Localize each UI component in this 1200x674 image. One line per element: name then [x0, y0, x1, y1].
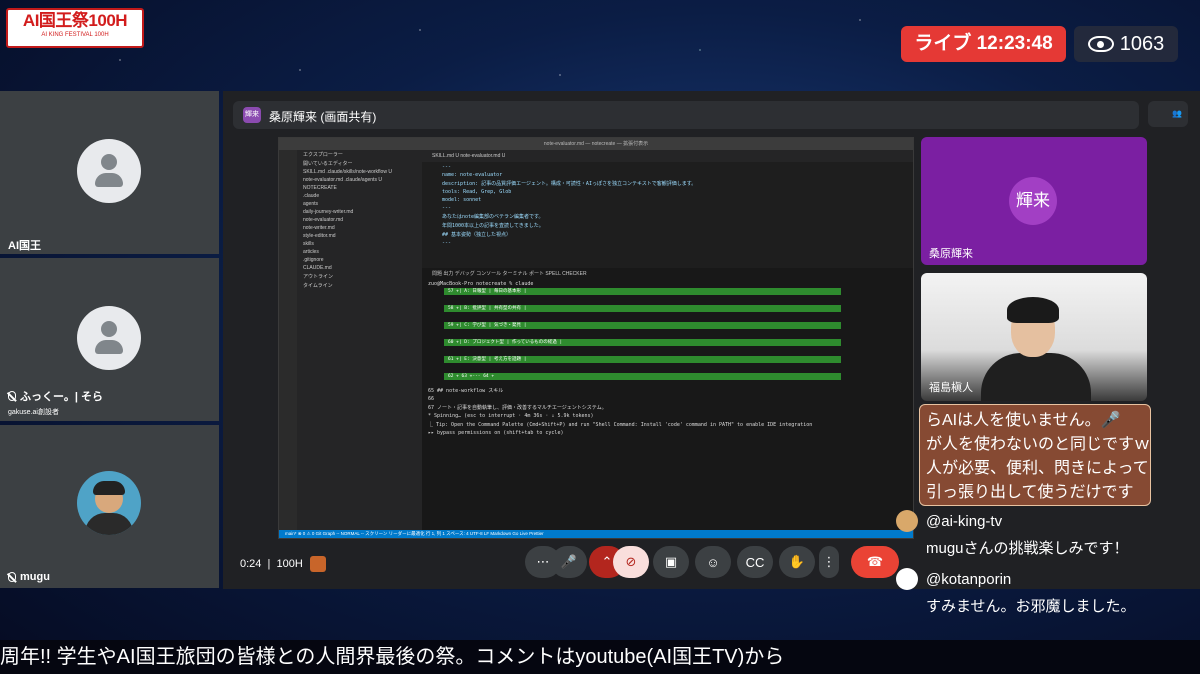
screen-share-panel: 輝来 桑原輝来 (画面共有) 👥 note-evaluator.md — not…	[223, 91, 1200, 589]
avatar	[896, 568, 918, 590]
mic-off-icon	[8, 391, 16, 401]
eye-icon	[1087, 36, 1114, 52]
code-line: model: sonnet	[442, 197, 482, 203]
live-badge: ライブ 12:23:48	[901, 26, 1066, 62]
doc-icon[interactable]	[309, 556, 326, 572]
comment-text: muguさんの挑戦楽しみです！	[926, 540, 1129, 557]
mic-off-icon	[8, 572, 16, 582]
presenter-avatar: 輝来	[1009, 177, 1057, 225]
participant-subtitle: gakuse.ai創設者	[8, 409, 59, 416]
participant-tile-3[interactable]: mugu	[0, 425, 219, 588]
explorer-item[interactable]: articles	[297, 248, 422, 256]
comment-user: @kotanporin	[926, 571, 1012, 588]
status-bar: main* ⊗ 0 ⚠ 0 Git Graph -- NORMAL -- スクリ…	[279, 530, 913, 538]
terminal-panel: 問題 出力 デバッグ コンソール ターミナル ポート SPELL CHECKER…	[422, 268, 913, 530]
code-line: name: note-evaluator	[442, 172, 503, 178]
explorer-item[interactable]: 開いているエディター	[297, 159, 422, 168]
explorer-item[interactable]: agents	[297, 200, 422, 208]
code-line: 年間1000本以上の記事を査読してきました。	[442, 223, 544, 229]
presenter-bar: 輝来 桑原輝来 (画面共有)	[233, 101, 1139, 129]
hangup-button[interactable]: ☎	[851, 546, 899, 578]
code-line: ---	[442, 240, 452, 246]
code-line: description: 記事の品質評価エージェント。構成・可読性・AIっぽさを…	[442, 181, 697, 187]
diff-line: 62 + 63 +--- 64 +	[444, 373, 841, 380]
explorer-item[interactable]: .claude	[297, 192, 422, 200]
presenter-badge: 輝来	[243, 107, 261, 123]
explorer-item[interactable]: .gitignore	[297, 256, 422, 264]
camera-off-button[interactable]: ⊘	[613, 546, 649, 578]
explorer-item[interactable]: CLAUDE.md	[297, 264, 422, 272]
captions-button[interactable]: CC	[737, 546, 773, 578]
news-ticker: 周年!! 学生やAI国王旅団の皆様との人間界最後の祭。コメントはyoutube(…	[0, 640, 1200, 674]
camera-name: 福島槇人	[929, 382, 973, 394]
participant-name: ふっくー。| そら	[20, 391, 104, 403]
participant-tile-1[interactable]: AI国王	[0, 91, 219, 254]
diff-line: 59 +| C: 学び型 | 気づき・発見 |	[444, 322, 841, 329]
explorer-item[interactable]: アウトライン	[297, 272, 422, 281]
code-line: ---	[442, 205, 452, 211]
code-line: tools: Read, Grep, Glob	[442, 189, 512, 195]
diff-line: 58 +| B: 批評型 | 共有型の共有 |	[444, 305, 841, 312]
emoji-button[interactable]: ☺	[695, 546, 731, 578]
explorer-item[interactable]: NOTECREATE	[297, 184, 422, 192]
comment-user: @ai-king-tv	[926, 513, 1003, 530]
terminal-tabs: 問題 出力 デバッグ コンソール ターミナル ポート SPELL CHECKER	[432, 271, 587, 277]
explorer-item[interactable]: エクスプローラー	[297, 150, 422, 159]
camera-tile-live[interactable]: 福島槇人	[921, 273, 1147, 401]
camera-name: 桑原輝来	[929, 248, 973, 260]
overlay-comment-line: らAIは人を使いません。🎤	[926, 412, 1121, 429]
explorer-item[interactable]: style-editor.md	[297, 232, 422, 240]
activity-bar	[279, 150, 297, 530]
avatar-icon	[77, 139, 141, 203]
avatar	[896, 510, 918, 532]
terminal-line: 66	[428, 396, 435, 402]
explorer-item[interactable]: note-evaluator.md .claude/agents U	[297, 176, 422, 184]
explorer-item[interactable]: note-evaluator.md	[297, 216, 422, 224]
diff-line: 61 +| E: 決意型 | 考え方を話題 |	[444, 356, 841, 363]
avatar	[77, 471, 141, 535]
overlay-comment-line: 引っ張り出して使うだけです	[926, 484, 1134, 501]
presenter-title: 桑原輝来 (画面共有)	[269, 110, 377, 124]
more-vert-button[interactable]: ⋮	[819, 546, 839, 578]
participants-icon[interactable]: 👥	[1148, 101, 1188, 127]
terminal-line: 67 ノート・記事を自動執筆し、評価・改善するマルチエージェントシステム。	[428, 405, 607, 411]
meeting-time: 0:24	[240, 557, 262, 570]
present-button[interactable]: ▣	[653, 546, 689, 578]
explorer-item[interactable]: note-writer.md	[297, 224, 422, 232]
terminal-line: ▸▸ bypass permissions on (shift+tab to c…	[428, 430, 564, 436]
overlay-comment-line: が人を使わないのと同じですｗ	[926, 436, 1151, 453]
explorer-sidebar: エクスプローラー 開いているエディター SKILL.md .claude/skill…	[297, 150, 422, 530]
participant-tile-2[interactable]: ふっくー。| そら gakuse.ai創設者	[0, 258, 219, 421]
terminal-line: 65 ## note-workflow スキル	[428, 388, 504, 394]
editor-tabs: SKILL.md U note-evaluator.md U	[422, 150, 913, 162]
participant-name: mugu	[20, 571, 50, 583]
diff-line: 60 +| D: プロジェクト型 | 作っているものの経過 |	[444, 339, 841, 346]
explorer-item[interactable]: skills	[297, 240, 422, 248]
comment-text: すみません。お邪魔しました。	[926, 598, 1136, 615]
diff-line: 57 +| A: 日報型 | 毎日の基本形 |	[444, 288, 841, 295]
code-line: あなたはnote編集部のベテラン編集者です。	[442, 214, 544, 220]
mic-button[interactable]: 🎤	[551, 546, 587, 578]
explorer-item[interactable]: タイムライン	[297, 281, 422, 290]
event-logo: AI国王祭100H AI KING FESTIVAL 100H	[6, 8, 144, 48]
explorer-item[interactable]: daily-journey-writer.md	[297, 208, 422, 216]
code-line: ---	[442, 164, 452, 170]
terminal-line: ⎿ Tip: Open the Command Palette (Cmd+Shi…	[428, 422, 813, 428]
code-editor: SKILL.md U note-evaluator.md U --- name: …	[422, 150, 913, 268]
meeting-room: 100H	[276, 557, 303, 570]
raise-hand-button[interactable]: ✋	[779, 546, 815, 578]
code-line: ## 基本姿勢（独立した視点）	[442, 232, 512, 238]
highlight-comment: らAIは人を使いません。🎤 が人を使わないのと同じですｗ 人が必要、便利、閃きによっ…	[919, 404, 1151, 506]
avatar-icon	[77, 306, 141, 370]
overlay-comment-line: 人が必要、便利、閃きによって	[926, 460, 1149, 477]
vscode-window: note-evaluator.md — notecreate — 拡張付表示 エ…	[278, 137, 914, 539]
vscode-title: note-evaluator.md — notecreate — 拡張付表示	[279, 138, 913, 150]
participant-name: AI国王	[8, 240, 41, 252]
camera-tile-presenter[interactable]: 輝来 桑原輝来	[921, 137, 1147, 265]
explorer-item[interactable]: SKILL.md .claude/skills/note-workflow U	[297, 168, 422, 176]
viewer-count: 1063	[1074, 26, 1178, 62]
terminal-line: * Spinning… (esc to interrupt · 4m 36s ·…	[428, 413, 594, 419]
